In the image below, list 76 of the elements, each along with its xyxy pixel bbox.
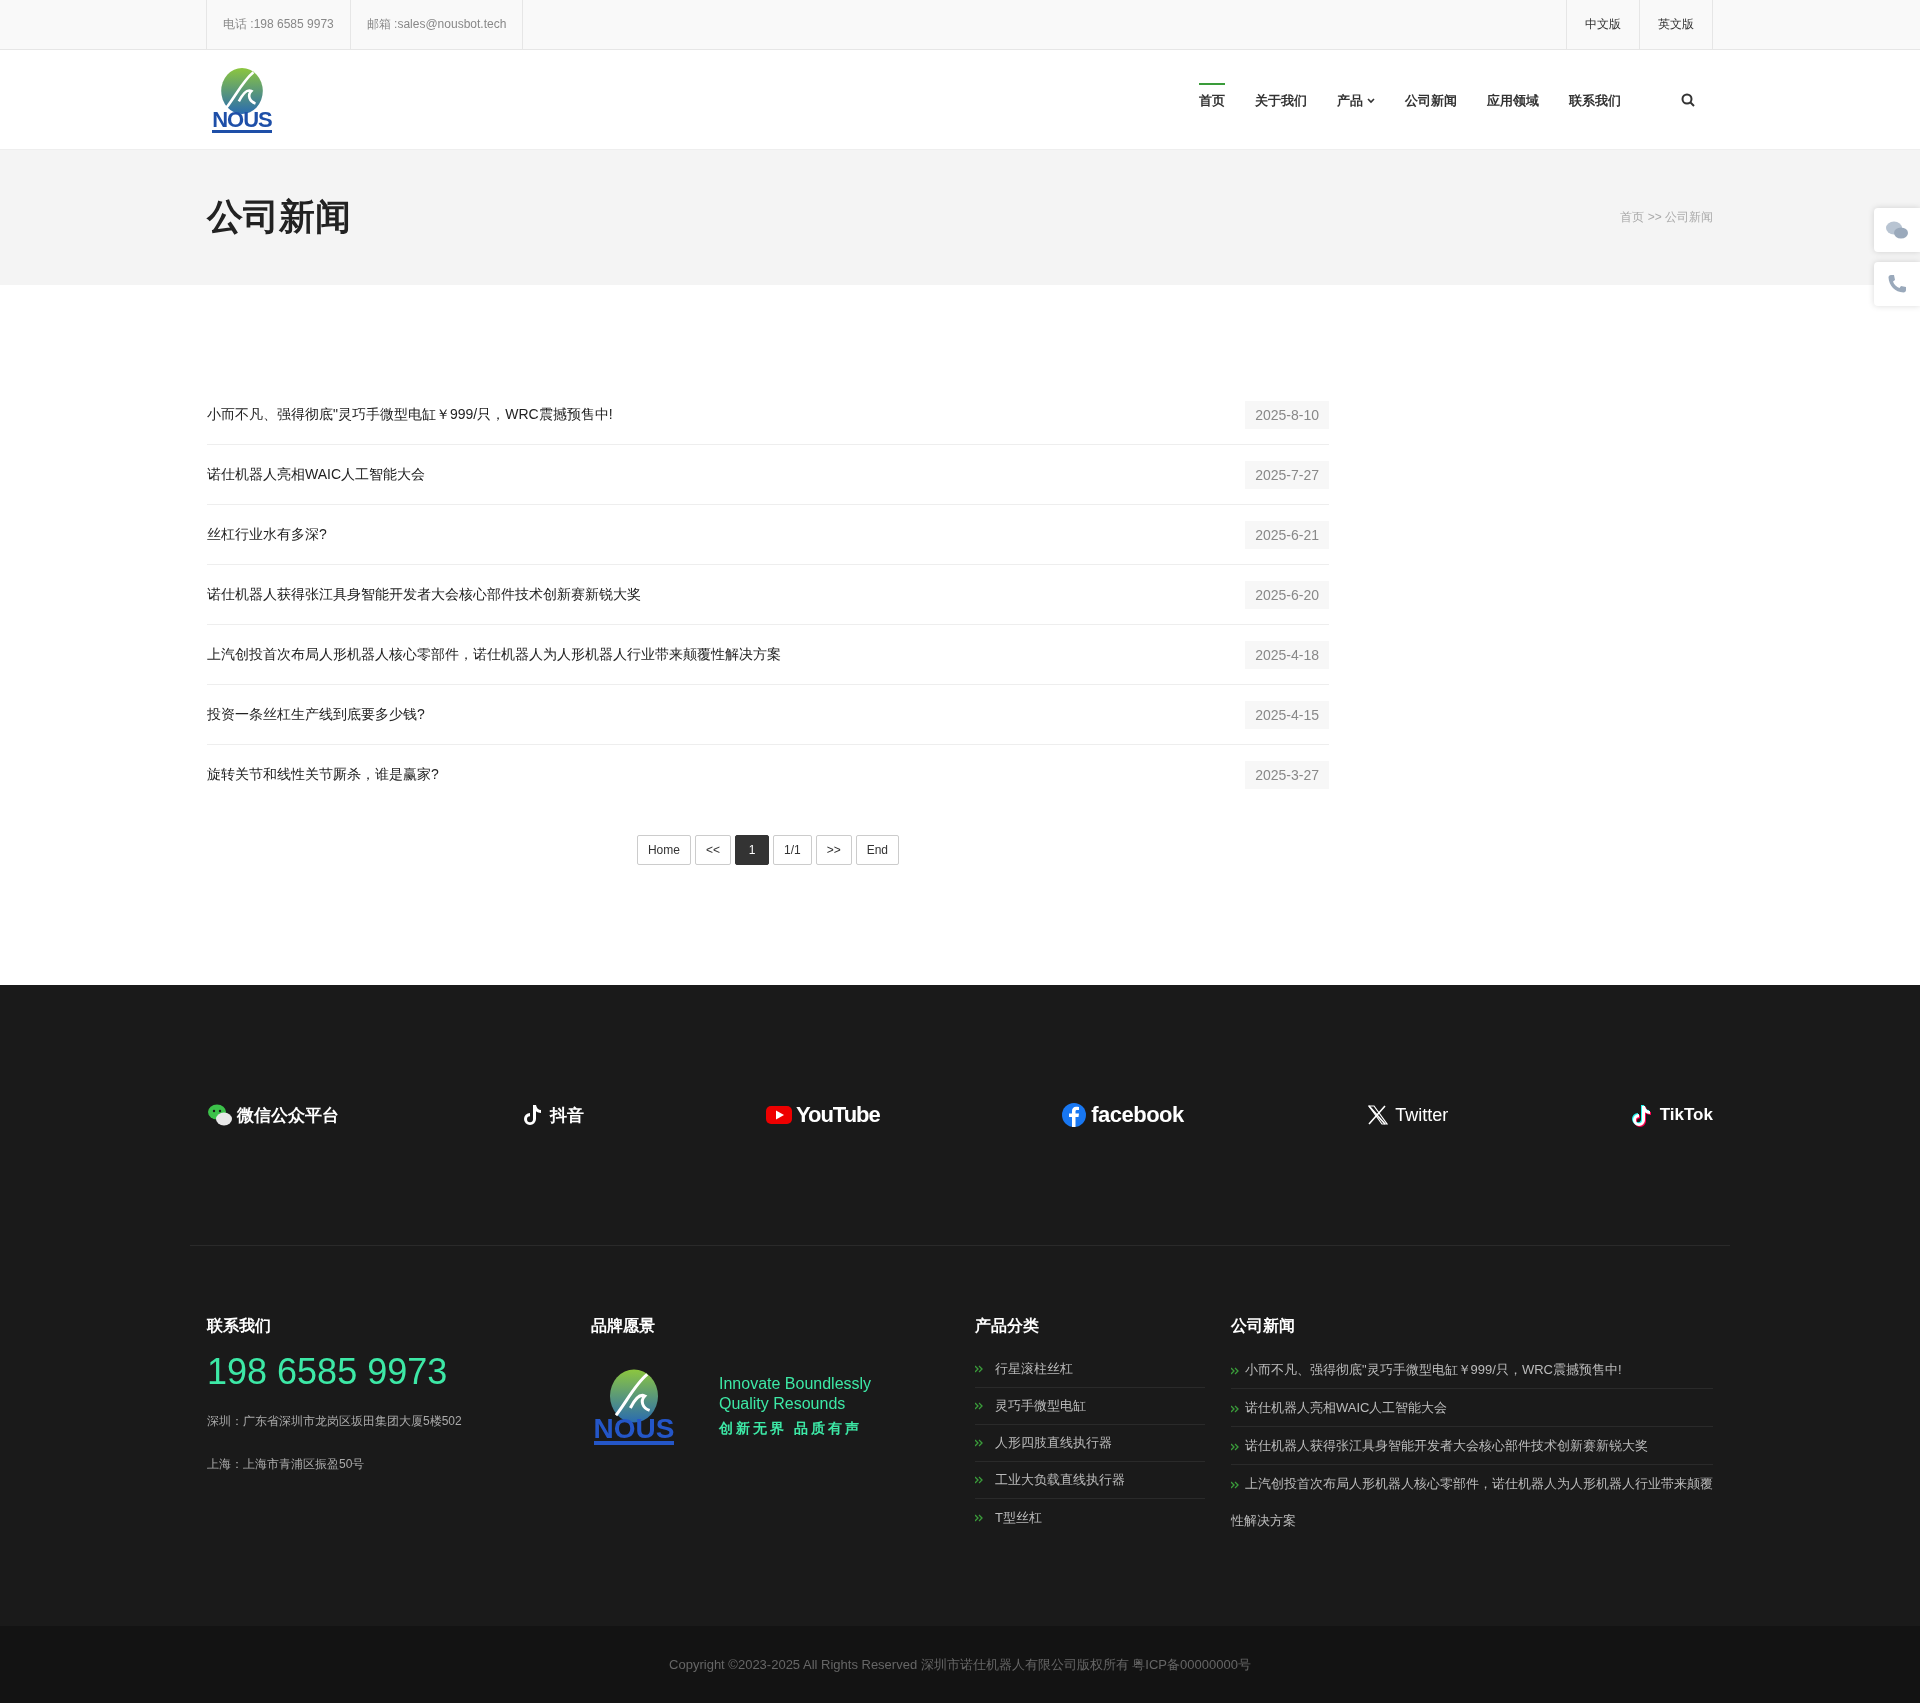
nav-item[interactable]: 关于我们 [1240,84,1322,115]
address-text: 上海：上海市青浦区振盈50号 [207,1456,366,1473]
page-button[interactable]: Home [636,835,691,865]
caret-icon [1367,97,1375,104]
page-title: 公司新闻 [207,195,351,239]
phone-number: 198 6585 9973 [207,1351,449,1393]
nav-item[interactable]: 应用领域 [1472,84,1554,115]
news-link[interactable]: 诺仕机器人亮相WAIC人工智能大会 [207,465,426,484]
column-heading: 产品分类 [975,1316,1040,1336]
f-circle-icon [1061,1102,1088,1128]
news-link[interactable]: 小而不凡、强得彻底"灵巧手微型电缸￥999/只，WRC震撼预售中! [1231,1351,1713,1389]
social-link[interactable]: 抖音 [520,1102,585,1128]
breadcrumb: 首页 >> 公司新闻 [1620,209,1713,226]
news-link[interactable]: 诺仕机器人获得张江具身智能开发者大会核心部件技术创新赛新锐大奖 [207,585,641,604]
slogan-text: Quality Resounds [719,1394,847,1414]
news-date: 2025-6-21 [1245,520,1329,549]
news-link[interactable]: 丝杠行业水有多深? [207,525,327,544]
double-chevron-icon [975,1513,983,1522]
page-button[interactable]: >> [815,835,852,865]
news-link[interactable]: 上汽创投首次布局人形机器人核心零部件，诺仕机器人为人形机器人行业带来颠覆性解决方案 [207,645,781,664]
news-date: 2025-6-20 [1245,580,1329,609]
address-text: 深圳：广东省深圳市龙岗区坂田集团大厦5楼502 [207,1413,463,1430]
language-link[interactable]: 英文版 [1639,0,1713,49]
page-button[interactable]: 1 [735,835,769,865]
nav-item[interactable]: 公司新闻 [1390,84,1472,115]
copyright-text: Copyright ©2023-2025 All Rights Reserved 深圳市诺仕机器人有限公司版权所有 粤ICP备00000000号 [669,1655,1251,1674]
page-button[interactable]: 1/1 [773,835,812,865]
nav-item[interactable]: 首页 [1184,84,1240,115]
product-link[interactable]: T型丝杠 [975,1499,1205,1536]
news-link[interactable]: 投资一条丝杠生产线到底要多少钱? [207,705,425,724]
chat-bubbles-icon [207,1102,233,1128]
slogan-text: Innovate Boundlessly [719,1374,872,1394]
double-chevron-icon [975,1439,983,1447]
social-link[interactable]: YouTube [765,1102,880,1128]
phone-number: 电话 :198 6585 9973 [206,0,351,49]
column-heading: 公司新闻 [1231,1316,1296,1336]
product-link[interactable]: 行星滚柱丝杠 [975,1351,1205,1388]
social-link[interactable]: Twitter [1365,1102,1449,1128]
email-address: 邮箱 :sales@nousbot.tech [349,0,524,49]
news-link[interactable]: 诺仕机器人亮相WAIC人工智能大会 [1231,1389,1713,1427]
phone-icon [1885,272,1909,296]
news-date: 2025-4-15 [1245,700,1329,729]
nav-item[interactable]: 产品 [1322,84,1390,115]
double-chevron-icon [1231,1480,1239,1489]
news-link[interactable]: 诺仕机器人获得张江具身智能开发者大会核心部件技术创新赛新锐大奖 [1231,1427,1713,1465]
product-link[interactable]: 人形四肢直线执行器 [975,1425,1205,1462]
news-date: 2025-7-27 [1245,460,1329,489]
product-link[interactable]: 灵巧手微型电缸 [975,1388,1205,1425]
news-link[interactable]: 旋转关节和线性关节厮杀，谁是赢家? [207,766,439,784]
page-button[interactable]: << [694,835,731,865]
language-link[interactable]: 中文版 [1566,0,1640,49]
news-date: 2025-8-10 [1245,400,1329,429]
column-heading: 联系我们 [207,1316,272,1336]
double-chevron-icon [1231,1366,1239,1375]
double-chevron-icon [975,1476,983,1484]
phone-button[interactable] [1874,262,1920,306]
double-chevron-icon [975,1365,983,1373]
product-link[interactable]: 工业大负载直线执行器 [975,1462,1205,1499]
social-link[interactable]: facebook [1061,1102,1184,1128]
slogan-text: 创新无界 品质有声 [719,1420,863,1438]
news-link[interactable]: 上汽创投首次布局人形机器人核心零部件，诺仕机器人为人形机器人行业带来颠覆性解决方案 [1231,1465,1713,1539]
news-date: 2025-3-27 [1245,761,1329,789]
news-date: 2025-4-18 [1245,640,1329,669]
wechat-button[interactable] [1874,208,1920,252]
double-chevron-icon [1231,1442,1239,1451]
search-button[interactable] [1681,92,1695,107]
social-link[interactable]: TikTok [1629,1102,1713,1128]
double-chevron-icon [1231,1404,1239,1413]
column-heading: 品牌愿景 [591,1316,656,1336]
nav-item[interactable]: 联系我们 [1554,84,1636,115]
logo[interactable]: NOUS [207,66,277,133]
page-button[interactable]: End [855,835,900,865]
social-link[interactable]: 微信公众平台 [207,1102,339,1128]
brand-logo: NOUS [591,1367,677,1445]
double-chevron-icon [975,1402,983,1410]
news-link[interactable]: 小而不凡、强得彻底"灵巧手微型电缸￥999/只，WRC震撼预售中! [207,405,613,424]
